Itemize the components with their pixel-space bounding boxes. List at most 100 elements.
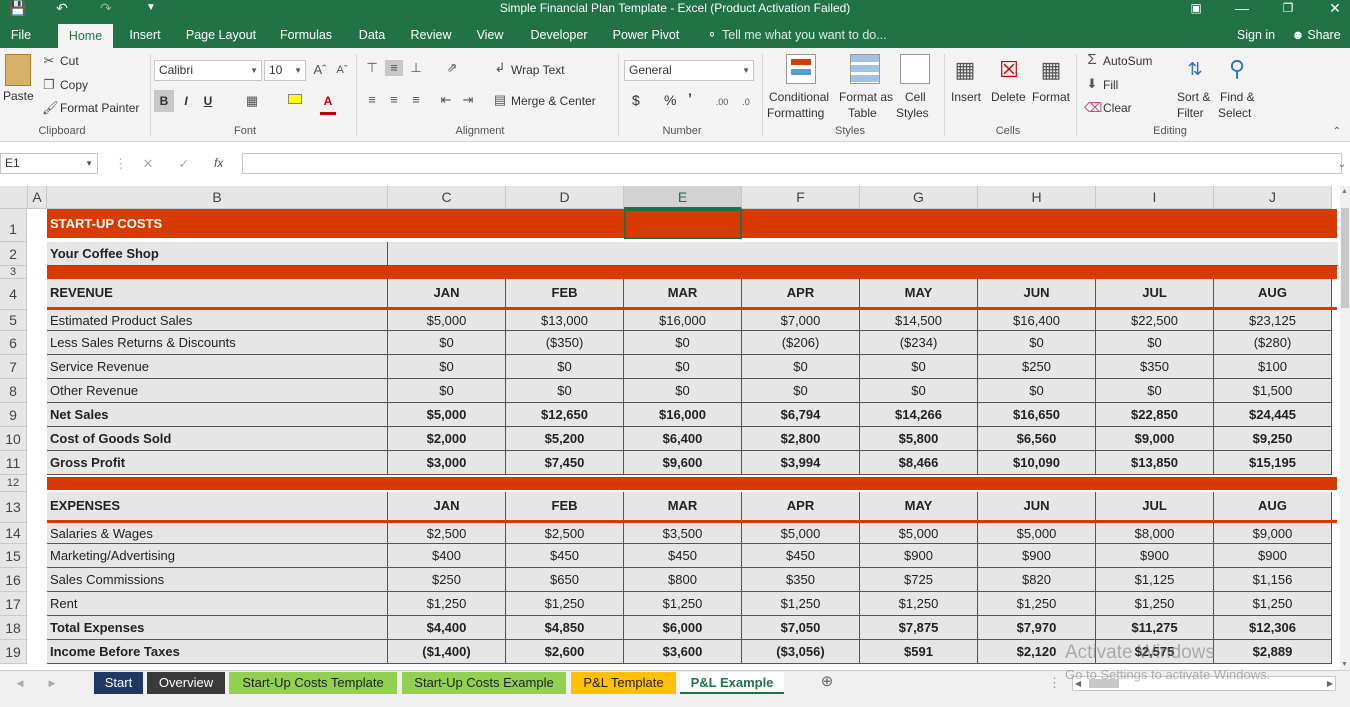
month-header[interactable]: AUG — [1214, 279, 1332, 307]
value-cell[interactable]: $22,500 — [1096, 310, 1214, 331]
tell-me-input[interactable]: Tell me what you want to do... — [722, 22, 892, 48]
value-cell[interactable]: $1,250 — [1214, 592, 1332, 616]
align-right-icon[interactable]: ≡ — [408, 92, 424, 108]
row-header-15[interactable]: 15 — [0, 544, 27, 568]
value-cell[interactable]: $350 — [1096, 355, 1214, 379]
vertical-scrollbar[interactable]: ▲ ▼ — [1340, 186, 1350, 670]
cut-button[interactable]: Cut — [60, 54, 79, 68]
expense-rows-label[interactable]: Marketing/Advertising — [47, 544, 388, 568]
value-cell[interactable]: $12,306 — [1214, 616, 1332, 640]
sheet-tab-p-l-example[interactable]: P&L Example — [680, 672, 784, 694]
value-cell[interactable]: $3,994 — [742, 451, 860, 475]
month-header[interactable]: MAR — [624, 492, 742, 520]
minimize-icon[interactable]: — — [1232, 0, 1252, 18]
fill-color-icon[interactable] — [288, 94, 302, 104]
value-cell[interactable]: ($350) — [506, 331, 624, 355]
value-cell[interactable]: $0 — [624, 355, 742, 379]
delete-cells-button[interactable]: Delete — [991, 90, 1026, 104]
value-cell[interactable]: $1,156 — [1214, 568, 1332, 592]
month-header[interactable]: JAN — [388, 279, 506, 307]
month-header[interactable]: JUL — [1096, 492, 1214, 520]
value-cell[interactable]: $450 — [506, 544, 624, 568]
month-header[interactable]: MAR — [624, 279, 742, 307]
decrease-indent-icon[interactable]: ⇤ — [438, 92, 454, 108]
month-header[interactable]: AUG — [1214, 492, 1332, 520]
value-cell[interactable]: $8,000 — [1096, 523, 1214, 544]
value-cell[interactable]: $350 — [742, 568, 860, 592]
decrease-font-icon[interactable]: Aˇ — [334, 62, 350, 78]
value-cell[interactable]: $3,000 — [388, 451, 506, 475]
worksheet-grid[interactable]: ABCDEFGHIJ 1 2 3 4 5 6 7 8 9 10 11 12 13 14 15 16 17 18 19… — [0, 186, 1340, 670]
value-cell[interactable]: $725 — [860, 568, 978, 592]
value-cell[interactable]: $0 — [860, 355, 978, 379]
sheet-tab-start-up-costs-template[interactable]: Start-Up Costs Template — [229, 672, 397, 694]
value-cell[interactable]: $1,500 — [1214, 379, 1332, 403]
value-cell[interactable]: $14,266 — [860, 403, 978, 427]
scroll-left-icon[interactable]: ◀ — [14, 675, 26, 691]
row-header-5[interactable]: 5 — [0, 310, 27, 331]
tab-review[interactable]: Review — [408, 22, 454, 48]
value-cell[interactable]: ($280) — [1214, 331, 1332, 355]
active-cell-e1[interactable] — [624, 209, 742, 239]
revenue-rows-label[interactable]: Less Sales Returns & Discounts — [47, 331, 388, 355]
value-cell[interactable]: $7,875 — [860, 616, 978, 640]
value-cell[interactable]: $0 — [388, 355, 506, 379]
column-header-j[interactable]: J — [1214, 186, 1332, 209]
comma-button[interactable]: ’ — [688, 90, 692, 106]
value-cell[interactable]: $450 — [742, 544, 860, 568]
hscroll-right-icon[interactable]: ▶ — [1327, 677, 1333, 690]
align-top-icon[interactable]: ⊤ — [364, 60, 380, 76]
clear-button[interactable]: Clear — [1103, 101, 1132, 115]
value-cell[interactable]: $1,250 — [1096, 592, 1214, 616]
value-cell[interactable]: $4,400 — [388, 616, 506, 640]
value-cell[interactable]: $5,000 — [388, 403, 506, 427]
restore-icon[interactable]: ❐ — [1278, 0, 1298, 18]
insert-cells-button[interactable]: Insert — [951, 90, 981, 104]
sheet-tab-start-up-costs-example[interactable]: Start-Up Costs Example — [402, 672, 566, 694]
row-header-18[interactable]: 18 — [0, 616, 27, 640]
sort-filter-button[interactable]: Sort & — [1177, 90, 1210, 104]
column-header-h[interactable]: H — [978, 186, 1096, 209]
value-cell[interactable]: $3,500 — [624, 523, 742, 544]
value-cell[interactable]: $0 — [1096, 331, 1214, 355]
value-cell[interactable]: $23,125 — [1214, 310, 1332, 331]
value-cell[interactable]: $0 — [860, 379, 978, 403]
month-header[interactable]: FEB — [506, 279, 624, 307]
value-cell[interactable]: $7,970 — [978, 616, 1096, 640]
month-header[interactable]: JUN — [978, 279, 1096, 307]
borders-icon[interactable]: ▦ — [244, 93, 260, 109]
revenue-header[interactable]: REVENUE — [47, 279, 388, 307]
value-cell[interactable]: $2,889 — [1214, 640, 1332, 664]
sheet-tab-start[interactable]: Start — [94, 672, 143, 694]
value-cell[interactable]: $7,000 — [742, 310, 860, 331]
month-header[interactable]: MAY — [860, 492, 978, 520]
month-header[interactable]: JAN — [388, 492, 506, 520]
value-cell[interactable]: $9,000 — [1096, 427, 1214, 451]
value-cell[interactable]: $22,850 — [1096, 403, 1214, 427]
value-cell[interactable]: $5,000 — [388, 310, 506, 331]
value-cell[interactable]: $450 — [624, 544, 742, 568]
value-cell[interactable]: $12,650 — [506, 403, 624, 427]
row-header-7[interactable]: 7 — [0, 355, 27, 379]
row-header-9[interactable]: 9 — [0, 403, 27, 427]
revenue-rows-label[interactable]: Service Revenue — [47, 355, 388, 379]
number-format-combo[interactable]: General ▼ — [624, 60, 754, 81]
value-cell[interactable]: $2,800 — [742, 427, 860, 451]
value-cell[interactable]: $0 — [1096, 379, 1214, 403]
value-cell[interactable]: $4,850 — [506, 616, 624, 640]
value-cell[interactable]: $11,275 — [1096, 616, 1214, 640]
value-cell[interactable]: $900 — [1096, 544, 1214, 568]
font-name-combo[interactable]: Calibri ▼ — [154, 60, 262, 81]
column-header-b[interactable]: B — [47, 186, 388, 209]
row-header-11[interactable]: 11 — [0, 451, 27, 475]
value-cell[interactable]: $0 — [624, 379, 742, 403]
format-as-table-button[interactable]: Format as — [839, 90, 893, 104]
value-cell[interactable]: $0 — [506, 355, 624, 379]
revenue-rows-label[interactable]: Net Sales — [47, 403, 388, 427]
row-header-19[interactable]: 19 — [0, 640, 27, 664]
value-cell[interactable]: $800 — [624, 568, 742, 592]
column-header-e[interactable]: E — [624, 186, 742, 209]
value-cell[interactable]: $900 — [978, 544, 1096, 568]
add-sheet-icon[interactable]: ⊕ — [818, 674, 836, 690]
value-cell[interactable]: $2,000 — [388, 427, 506, 451]
